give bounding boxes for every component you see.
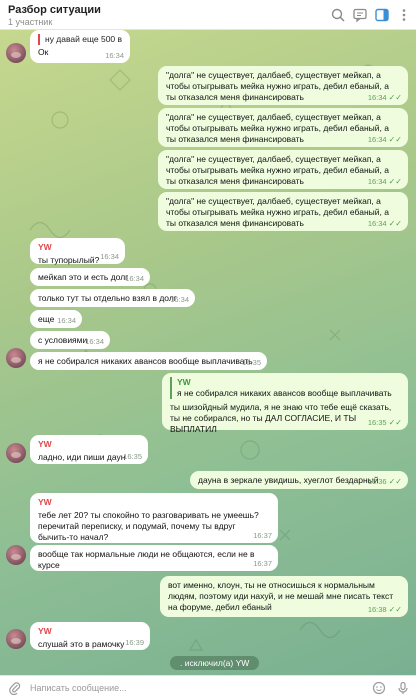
message-time: 16:34 (105, 51, 124, 60)
reply-quote[interactable]: YW я не собирался никаких авансов вообще… (170, 377, 400, 399)
message-incoming[interactable]: YW слушай это в рамочку 16:39 (30, 622, 150, 650)
message-composer[interactable]: Написать сообщение... (0, 675, 416, 700)
avatar[interactable] (6, 545, 26, 565)
read-check-icon: ✓✓ (388, 135, 402, 144)
message-text: "долга" не существует, далбаеб, существу… (166, 70, 389, 102)
message-outgoing[interactable]: вот именно, клоун, ты не относишься к но… (160, 576, 408, 617)
attach-icon[interactable] (8, 681, 22, 695)
message-text: вот именно, клоун, ты не относишься к но… (168, 580, 394, 612)
search-icon[interactable] (330, 7, 346, 23)
read-check-icon: ✓✓ (388, 605, 402, 614)
sticker-icon[interactable] (372, 681, 386, 695)
message-list[interactable]: ну давай еще 500 в до... Ок 16:34 "долга… (0, 30, 416, 675)
avatar[interactable] (6, 43, 26, 63)
message-time: 16:35 (123, 452, 142, 461)
chat-header[interactable]: Разбор ситуации 1 участник (0, 0, 416, 30)
message-time: 16:34 (100, 252, 119, 261)
message-outgoing[interactable]: "долга" не существует, далбаеб, существу… (158, 66, 408, 105)
microphone-icon[interactable] (396, 681, 410, 695)
message-text: я не собирался никаких авансов вообще вы… (38, 356, 253, 366)
chat-title[interactable]: Разбор ситуации (8, 4, 101, 16)
avatar[interactable] (6, 629, 26, 649)
avatar[interactable] (6, 443, 26, 463)
message-incoming[interactable]: мейкап это и есть долг 16:34 (30, 268, 150, 286)
chat-subtitle: 1 участник (8, 17, 53, 27)
message-incoming[interactable]: только тут ты отдельно взял в долг 16:34 (30, 289, 195, 307)
message-outgoing[interactable]: YW я не собирался никаких авансов вообще… (162, 373, 408, 434)
message-incoming[interactable]: ну давай еще 500 в до... Ок 16:34 (30, 30, 130, 63)
message-time: 16:34 (57, 316, 76, 325)
message-text: "долга" не существует, далбаеб, существу… (166, 154, 389, 186)
reply-quote[interactable]: ну давай еще 500 в до... (38, 34, 122, 45)
message-time: 16:34 ✓✓ (367, 219, 402, 228)
message-time: 16:34 (170, 295, 189, 304)
sender-name[interactable]: YW (38, 439, 140, 450)
message-text: "долга" не существует, далбаеб, существу… (166, 112, 389, 144)
message-input[interactable]: Написать сообщение... (30, 683, 127, 693)
message-time: 16:34 ✓✓ (367, 177, 402, 186)
message-incoming[interactable]: я не собирался никаких авансов вообще вы… (30, 352, 267, 370)
service-message: . исключил(а) YW (170, 656, 260, 670)
reply-quote-text: я не собирался никаких авансов вообще вы… (177, 388, 392, 398)
message-text: вообще так нормальные люди не общаются, … (38, 549, 255, 570)
message-text: ты шизойдный мудила, я не знаю что тебе … (170, 402, 392, 434)
sender-name[interactable]: YW (38, 497, 270, 508)
message-time: 16:34 (85, 337, 104, 346)
message-outgoing[interactable]: дауна в зеркале увидишь, хуеглот бездарн… (190, 471, 408, 489)
message-outgoing[interactable]: "долга" не существует, далбаеб, существу… (158, 150, 408, 189)
message-time: 16:37 (253, 531, 272, 540)
read-check-icon: ✓✓ (388, 93, 402, 102)
message-incoming[interactable]: вообще так нормальные люди не общаются, … (30, 545, 278, 571)
message-time: 16:38 ✓✓ (367, 605, 402, 614)
message-incoming[interactable]: YW тебе лет 20? ты спокойно то разговари… (30, 493, 278, 543)
message-time: 16:37 (253, 559, 272, 568)
telegram-window: Разбор ситуации 1 участник ну давай еще … (0, 0, 416, 700)
message-time: 16:34 ✓✓ (367, 93, 402, 102)
sender-name[interactable]: YW (38, 626, 142, 637)
message-time: 16:35 ✓✓ (367, 418, 402, 427)
message-incoming[interactable]: с условиями 16:34 (30, 331, 110, 349)
message-outgoing[interactable]: "долга" не существует, далбаеб, существу… (158, 192, 408, 231)
message-incoming[interactable]: YW ладно, иди пиши даун 16:35 (30, 435, 148, 464)
message-text: только тут ты отдельно взял в долг (38, 293, 177, 303)
message-time: 16:39 (125, 638, 144, 647)
message-text: тебе лет 20? ты спокойно то разговариват… (38, 510, 259, 542)
comments-icon[interactable] (352, 7, 368, 23)
message-text: "долга" не существует, далбаеб, существу… (166, 196, 389, 228)
more-icon[interactable] (396, 7, 412, 23)
message-outgoing[interactable]: "долга" не существует, далбаеб, существу… (158, 108, 408, 147)
reply-sender-name: YW (177, 377, 191, 387)
read-check-icon: ✓✓ (388, 177, 402, 186)
read-check-icon: ✓✓ (388, 477, 402, 486)
message-incoming[interactable]: YW ты тупорылый? 16:34 (30, 238, 125, 265)
sidebar-toggle-icon[interactable] (374, 7, 390, 23)
message-time: 16:36 ✓✓ (367, 477, 402, 486)
message-time: 16:35 (242, 358, 261, 367)
read-check-icon: ✓✓ (388, 219, 402, 228)
avatar[interactable] (6, 348, 26, 368)
read-check-icon: ✓✓ (388, 418, 402, 427)
message-time: 16:34 (125, 274, 144, 283)
message-incoming[interactable]: еще 16:34 (30, 310, 82, 328)
message-time: 16:34 ✓✓ (367, 135, 402, 144)
